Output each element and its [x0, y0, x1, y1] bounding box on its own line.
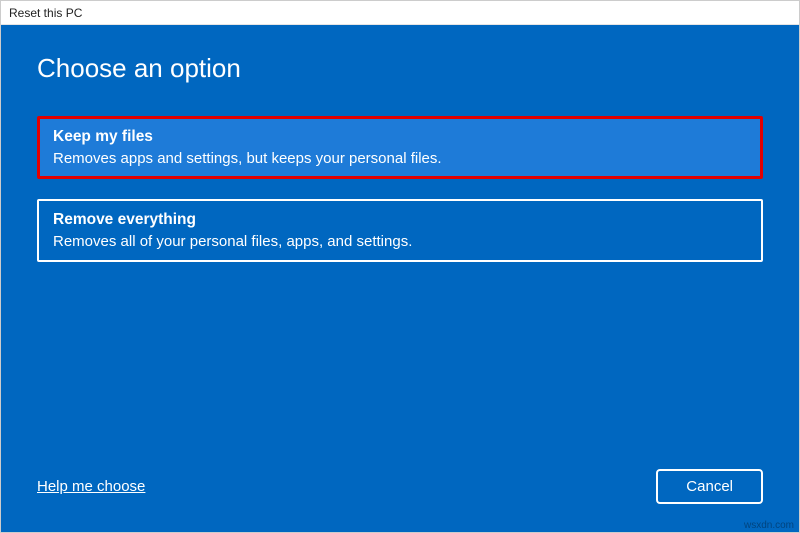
option-title: Keep my files [53, 128, 747, 146]
titlebar: Reset this PC [1, 1, 799, 25]
cancel-button[interactable]: Cancel [656, 469, 763, 504]
help-me-choose-link[interactable]: Help me choose [37, 478, 145, 495]
reset-pc-window: Reset this PC Choose an option Keep my f… [0, 0, 800, 533]
watermark: wsxdn.com [744, 520, 794, 531]
option-keep-my-files[interactable]: Keep my files Removes apps and settings,… [37, 116, 763, 179]
window-title: Reset this PC [9, 6, 82, 20]
dialog-footer: Help me choose Cancel [37, 469, 763, 504]
dialog-content: Choose an option Keep my files Removes a… [1, 25, 799, 532]
page-heading: Choose an option [37, 53, 763, 84]
option-description: Removes apps and settings, but keeps you… [53, 150, 747, 167]
option-remove-everything[interactable]: Remove everything Removes all of your pe… [37, 199, 763, 262]
option-description: Removes all of your personal files, apps… [53, 233, 747, 250]
option-title: Remove everything [53, 211, 747, 229]
